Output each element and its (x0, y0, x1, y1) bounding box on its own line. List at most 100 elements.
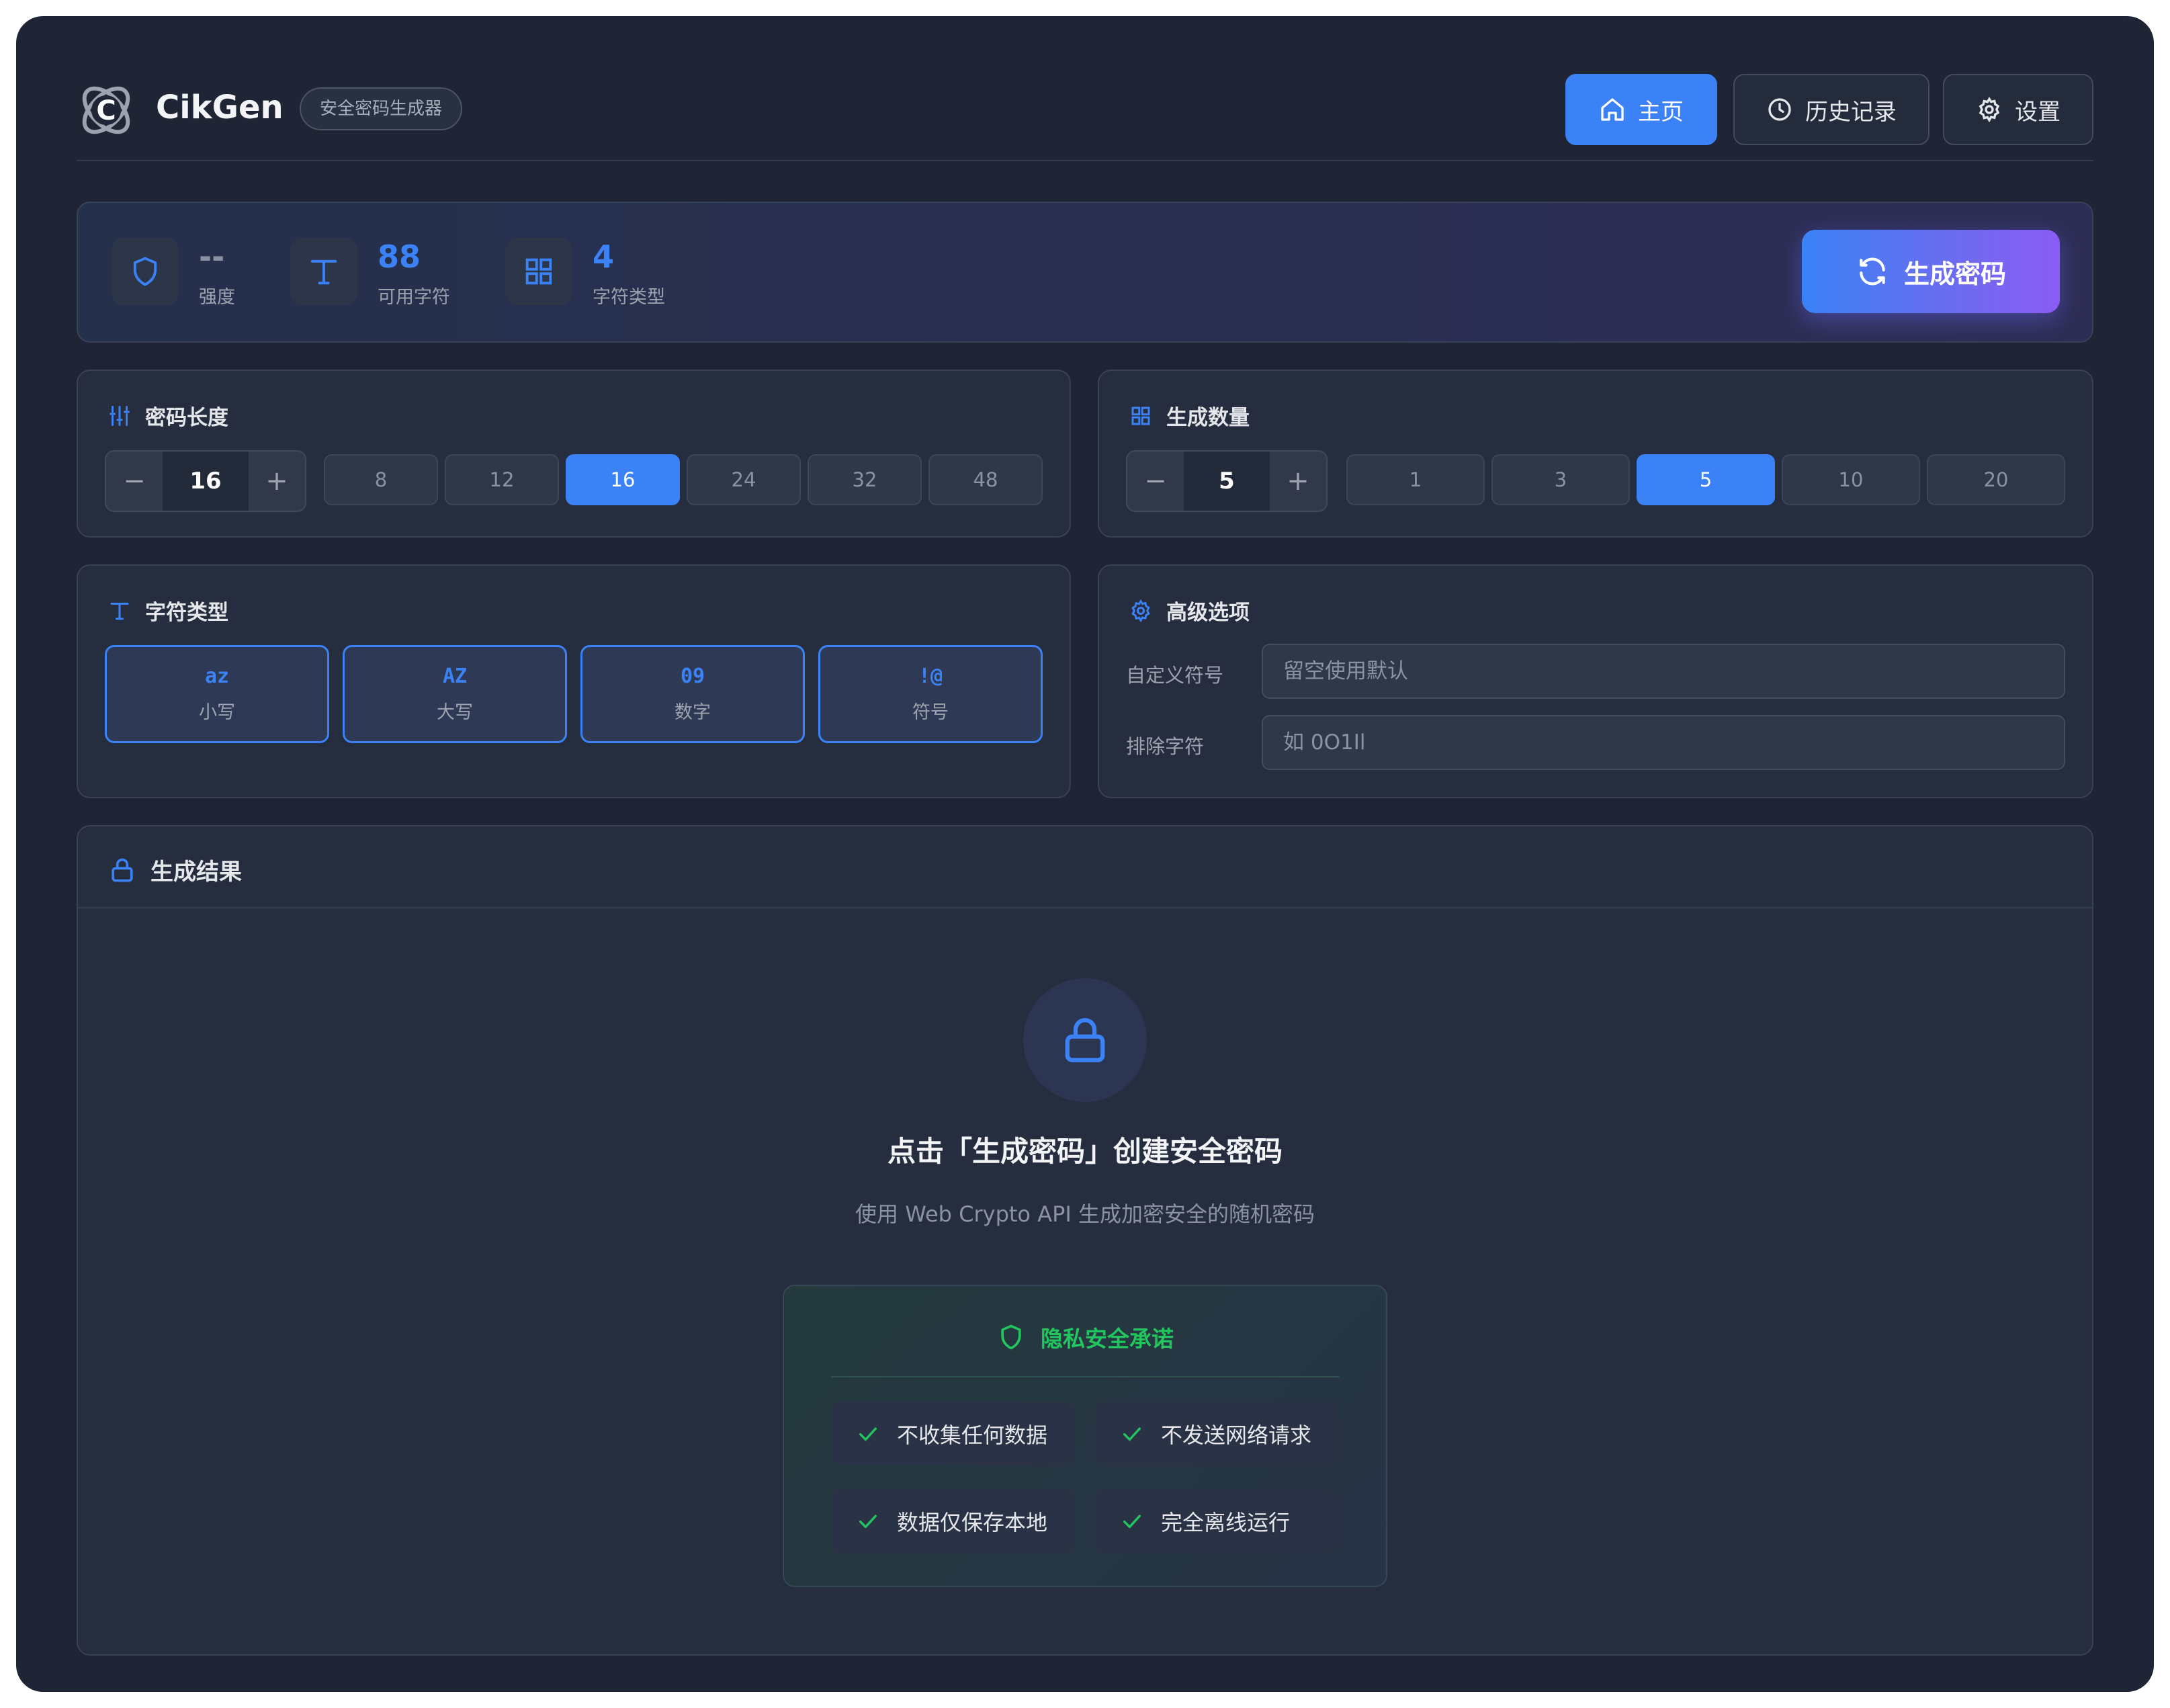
stat-char-types-label: 字符类型 (593, 287, 665, 308)
nav-history-label: 历史记录 (1805, 98, 1897, 126)
privacy-items: 不收集任何数据 不发送网络请求 数据仅保存本地 完全离线运行 (831, 1402, 1339, 1553)
generate-count-title: 生成数量 (1129, 400, 1250, 431)
nav-history-button[interactable]: 历史记录 (1733, 74, 1929, 145)
generate-password-button[interactable]: 生成密码 (1802, 230, 2060, 313)
clock-icon (1768, 98, 1791, 121)
length-value[interactable]: 16 (163, 452, 249, 511)
stat-available-chars-value: 88 (378, 239, 421, 275)
gear-icon (1979, 96, 2000, 123)
count-preset-20[interactable]: 20 (1927, 454, 2065, 505)
privacy-item: 不收集任何数据 (831, 1402, 1075, 1466)
check-icon (859, 1514, 877, 1529)
type-icon (110, 602, 129, 620)
privacy-item-label: 不收集任何数据 (897, 1422, 1048, 1448)
advanced-options-card: 高级选项 自定义符号 留空使用默认 排除字符 如 0O1Il (1098, 564, 2093, 798)
app-header: C CikGen 安全密码生成器 主页 历史记录 设置 (77, 74, 2093, 148)
length-preset-48[interactable]: 48 (928, 454, 1043, 505)
count-increment-button[interactable]: + (1270, 452, 1326, 511)
exclude-chars-input[interactable]: 如 0O1Il (1262, 715, 2065, 770)
empty-state-icon (1023, 978, 1147, 1102)
exclude-chars-row: 排除字符 如 0O1Il (1126, 715, 2065, 770)
empty-state-title: 点击「生成密码」创建安全密码 (887, 1135, 1283, 1168)
refresh-icon (1860, 257, 1885, 286)
length-preset-12[interactable]: 12 (445, 454, 559, 505)
privacy-item: 不发送网络请求 (1095, 1402, 1339, 1466)
privacy-promise-panel: 隐私安全承诺 不收集任何数据 不发送网络请求 数据仅保存本地 完全离线运行 (783, 1285, 1387, 1587)
results-title: 生成结果 (107, 853, 242, 886)
header-divider (77, 160, 2093, 161)
char-type-lowercase-code: az (204, 665, 230, 688)
length-preset-24[interactable]: 24 (687, 454, 801, 505)
grid-icon (1131, 407, 1150, 425)
length-preset-8[interactable]: 8 (324, 454, 438, 505)
password-length-title: 密码长度 (107, 400, 228, 431)
custom-symbols-input[interactable]: 留空使用默认 (1262, 644, 2065, 699)
count-stepper: − 5 + (1126, 450, 1328, 512)
stat-strength-value: -- (199, 239, 225, 275)
stats-bar: -- 强度 88 可用字符 4 字符类型 生成密码 (77, 202, 2093, 343)
generate-count-title-text: 生成数量 (1166, 406, 1250, 430)
stat-available-chars-label: 可用字符 (378, 287, 450, 308)
privacy-item-label: 数据仅保存本地 (897, 1510, 1048, 1535)
count-presets: 1 3 5 10 20 (1346, 454, 2065, 505)
length-decrement-button[interactable]: − (106, 452, 163, 511)
stat-chars-icon-box (290, 238, 357, 305)
char-type-digits[interactable]: 09 数字 (580, 645, 805, 743)
count-value[interactable]: 5 (1184, 452, 1270, 511)
lock-icon (112, 858, 133, 882)
char-type-symbols-label: 符号 (912, 702, 949, 723)
brand-badge: 安全密码生成器 (300, 87, 463, 130)
lock-icon (1065, 1018, 1105, 1062)
results-title-text: 生成结果 (150, 859, 242, 886)
count-preset-10[interactable]: 10 (1782, 454, 1920, 505)
count-preset-5[interactable]: 5 (1637, 454, 1775, 505)
shield-icon (1001, 1324, 1021, 1350)
privacy-divider (831, 1376, 1339, 1377)
char-type-uppercase[interactable]: AZ 大写 (343, 645, 567, 743)
privacy-item: 完全离线运行 (1095, 1489, 1339, 1553)
custom-symbols-label: 自定义符号 (1126, 664, 1224, 687)
char-type-symbols[interactable]: !@ 符号 (818, 645, 1043, 743)
char-type-digits-code: 09 (680, 665, 705, 688)
custom-symbols-row: 自定义符号 留空使用默认 (1126, 644, 2065, 699)
stat-char-types-value: 4 (593, 239, 615, 275)
nav-home-label: 主页 (1638, 98, 1684, 126)
nav-settings-button[interactable]: 设置 (1943, 74, 2093, 145)
results-card: 生成结果 点击「生成密码」创建安全密码 使用 Web Crypto API 生成… (77, 825, 2093, 1656)
length-preset-32[interactable]: 32 (808, 454, 922, 505)
home-icon (1601, 98, 1624, 121)
stat-strength-label: 强度 (199, 287, 235, 308)
nav-home-button[interactable]: 主页 (1565, 74, 1717, 145)
svg-text:C: C (96, 95, 116, 126)
exclude-chars-label: 排除字符 (1126, 735, 1205, 758)
stat-strength-icon-box (112, 238, 179, 305)
char-type-lowercase-label: 小写 (199, 702, 235, 723)
advanced-options-title-text: 高级选项 (1166, 601, 1250, 625)
privacy-promise-title: 隐私安全承诺 (784, 1321, 1386, 1353)
char-type-options: az 小写 AZ 大写 09 数字 !@ 符号 (105, 645, 1043, 743)
check-icon (859, 1427, 877, 1441)
length-preset-16[interactable]: 16 (566, 454, 680, 505)
generate-password-label: 生成密码 (1903, 259, 2006, 289)
advanced-options-title: 高级选项 (1129, 595, 1250, 626)
stat-types-icon-box (505, 238, 572, 305)
char-type-uppercase-code: AZ (442, 665, 468, 688)
check-icon (1123, 1427, 1141, 1441)
shield-icon (133, 257, 157, 286)
char-type-lowercase[interactable]: az 小写 (105, 645, 329, 743)
count-decrement-button[interactable]: − (1127, 452, 1184, 511)
privacy-item-label: 完全离线运行 (1161, 1510, 1291, 1535)
length-increment-button[interactable]: + (249, 452, 305, 511)
cikgen-logo-icon: C (82, 86, 130, 134)
char-types-title-text: 字符类型 (145, 601, 228, 625)
brand-name: CikGen (156, 89, 284, 126)
generate-count-card: 生成数量 − 5 + 1 3 5 10 20 (1098, 370, 2093, 538)
count-preset-1[interactable]: 1 (1346, 454, 1485, 505)
char-type-uppercase-label: 大写 (437, 702, 473, 723)
privacy-promise-title-text: 隐私安全承诺 (1041, 1326, 1174, 1352)
count-preset-3[interactable]: 3 (1491, 454, 1630, 505)
grid-icon (525, 258, 552, 285)
check-icon (1123, 1514, 1141, 1529)
type-icon (310, 259, 337, 285)
sliders-icon (110, 405, 130, 426)
